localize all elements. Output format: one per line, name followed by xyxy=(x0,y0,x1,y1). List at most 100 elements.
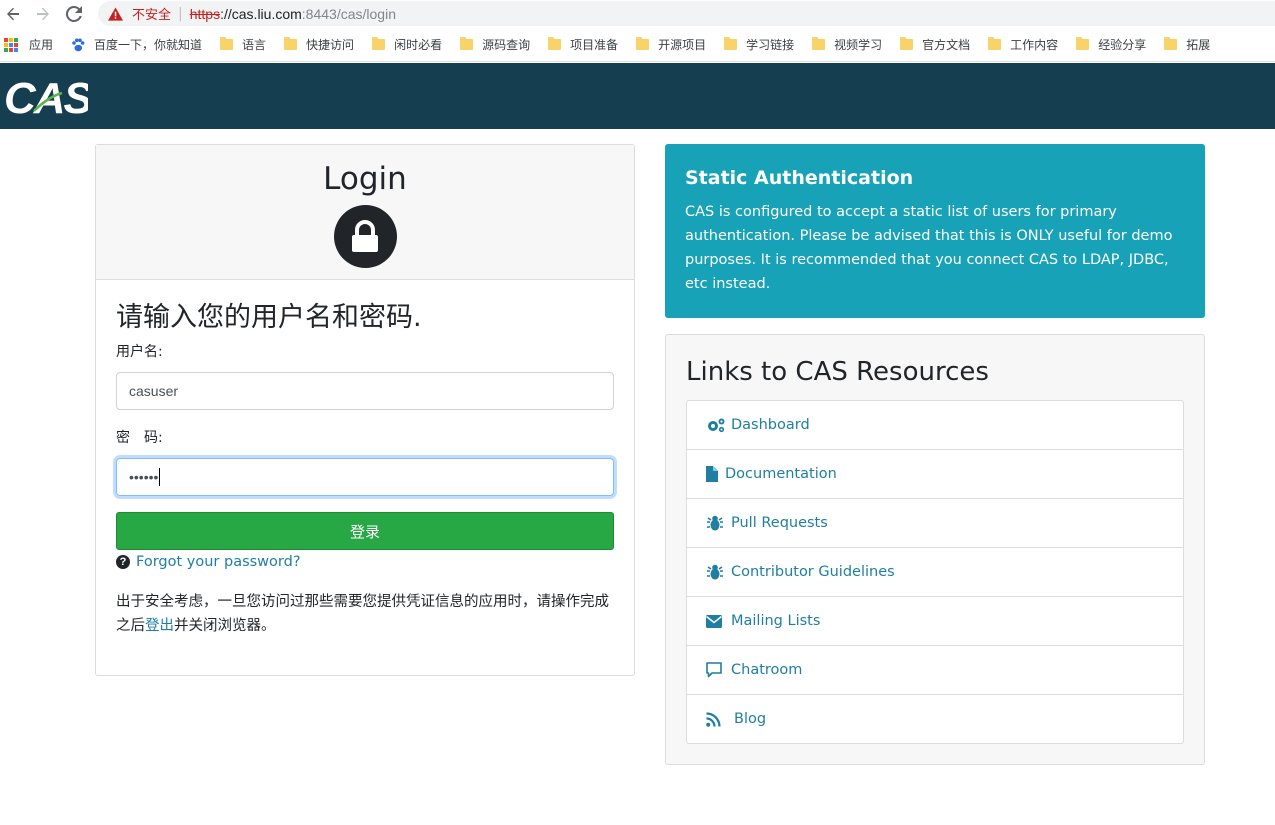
username-label: 用户名: xyxy=(116,344,163,360)
reload-icon[interactable] xyxy=(63,3,85,25)
bookmark-baidu[interactable]: 百度一下，你就知道 xyxy=(71,36,202,53)
bookmark-folder[interactable]: 视频学习 xyxy=(812,36,882,53)
static-auth-title: Static Authentication xyxy=(685,167,914,189)
bookmark-label: 视频学习 xyxy=(834,38,883,52)
resource-link-documentation[interactable]: Documentation xyxy=(687,450,1183,499)
comment-icon xyxy=(706,662,726,678)
insecure-label: 不安全 xyxy=(132,8,172,23)
resource-link-chatroom[interactable]: Chatroom xyxy=(687,646,1183,695)
resource-label: Chatroom xyxy=(731,662,803,678)
resource-label: Blog xyxy=(734,711,767,727)
resources-title: Links to CAS Resources xyxy=(686,357,989,387)
password-value: •••••• xyxy=(129,469,159,485)
back-icon[interactable] xyxy=(2,3,24,25)
svg-text:CAS: CAS xyxy=(4,74,88,119)
resource-link-dashboard[interactable]: Dashboard xyxy=(687,401,1183,450)
resources-card: Links to CAS Resources Dashboard Documen… xyxy=(665,334,1205,765)
resource-link-pull-requests[interactable]: Pull Requests xyxy=(687,499,1183,548)
cas-header: CAS xyxy=(0,63,1275,129)
folder-icon xyxy=(220,37,234,50)
baidu-paw-icon xyxy=(72,38,85,51)
password-input[interactable]: •••••• xyxy=(116,458,614,496)
static-auth-alert: Static Authentication CAS is configured … xyxy=(665,144,1205,318)
static-auth-text: CAS is configured to accept a static lis… xyxy=(685,204,1173,292)
bookmark-label: 项目准备 xyxy=(570,38,619,52)
password-label: 密 码: xyxy=(116,430,163,446)
url-path: :8443/cas/login xyxy=(301,5,396,22)
notice-text-end: 并关闭浏览器。 xyxy=(174,618,276,634)
resource-label: Dashboard xyxy=(731,417,810,433)
logout-link[interactable]: 登出 xyxy=(145,618,174,634)
security-notice: 出于安全考虑，一旦您访问过那些需要您提供凭证信息的应用时，请操作完成之后登出并关… xyxy=(116,590,614,638)
file-icon xyxy=(706,466,720,482)
folder-icon xyxy=(548,37,562,50)
username-value: casuser xyxy=(129,383,179,399)
resource-label: Documentation xyxy=(725,466,837,482)
bookmark-label: 经验分享 xyxy=(1098,38,1147,52)
url-host: ://cas.liu.com xyxy=(220,5,302,22)
login-form: 请输入您的用户名和密码. 用户名: casuser 密 码: •••••• 登录… xyxy=(96,280,634,638)
folder-icon xyxy=(812,37,826,50)
text-caret xyxy=(159,468,161,486)
warning-icon xyxy=(108,6,123,21)
url-omnibox[interactable]: 不安全 | https://cas.liu.com:8443/cas/login xyxy=(98,1,1275,26)
bookmark-label: 工作内容 xyxy=(1010,38,1059,52)
resource-link-contributor-guidelines[interactable]: Contributor Guidelines xyxy=(687,548,1183,597)
url-scheme: https xyxy=(189,5,221,22)
folder-icon xyxy=(724,37,738,50)
bookmark-label: 应用 xyxy=(29,38,54,52)
forgot-password-row: ? Forgot your password? xyxy=(116,554,614,570)
folder-icon xyxy=(1164,37,1178,50)
login-title: Login xyxy=(323,161,407,197)
resources-list: Dashboard Documentation Pull Requests Co… xyxy=(686,400,1184,744)
bookmark-folder[interactable]: 经验分享 xyxy=(1076,36,1146,53)
username-input[interactable]: casuser xyxy=(116,372,614,410)
apps-grid-icon xyxy=(4,37,18,52)
folder-icon xyxy=(284,37,298,50)
url-separator: | xyxy=(178,5,183,22)
bug-icon xyxy=(706,564,726,580)
bookmark-label: 闲时必看 xyxy=(394,38,443,52)
bookmark-folder[interactable]: 开源项目 xyxy=(636,36,706,53)
bookmark-label: 拓展 xyxy=(1186,38,1211,52)
bookmark-folder[interactable]: 拓展 xyxy=(1164,36,1210,53)
folder-icon xyxy=(460,37,474,50)
login-submit-button[interactable]: 登录 xyxy=(116,512,614,550)
browser-address-bar: 不安全 | https://cas.liu.com:8443/cas/login xyxy=(0,0,1275,28)
resource-label: Contributor Guidelines xyxy=(731,564,895,580)
bookmark-label: 源码查询 xyxy=(482,38,531,52)
bookmark-label: 官方文档 xyxy=(922,38,971,52)
forward-icon[interactable] xyxy=(32,3,54,25)
folder-icon xyxy=(900,37,914,50)
cas-logo[interactable]: CAS xyxy=(4,71,88,119)
bookmark-folder[interactable]: 快捷访问 xyxy=(284,36,354,53)
bookmark-folder[interactable]: 闲时必看 xyxy=(372,36,442,53)
bug-icon xyxy=(706,515,726,531)
bookmark-folder[interactable]: 源码查询 xyxy=(460,36,530,53)
question-circle-icon: ? xyxy=(116,555,130,569)
forgot-password-link[interactable]: Forgot your password? xyxy=(136,554,301,570)
folder-icon xyxy=(1076,37,1090,50)
bookmark-label: 开源项目 xyxy=(658,38,707,52)
login-prompt: 请输入您的用户名和密码. xyxy=(116,302,422,333)
folder-icon xyxy=(988,37,1002,50)
resource-label: Pull Requests xyxy=(731,515,828,531)
bookmark-folder[interactable]: 工作内容 xyxy=(988,36,1058,53)
resource-link-blog[interactable]: Blog xyxy=(687,695,1183,743)
lock-icon xyxy=(333,205,397,268)
rss-icon xyxy=(706,711,726,727)
folder-icon xyxy=(372,37,386,50)
bookmark-folder[interactable]: 学习链接 xyxy=(724,36,794,53)
bookmark-label: 快捷访问 xyxy=(306,38,355,52)
bookmarks-bar: 应用 百度一下，你就知道 语言 快捷访问 闲时必看 源码查询 项目准备 开源项目… xyxy=(0,28,1275,62)
login-card: Login 请输入您的用户名和密码. 用户名: casuser 密 码: •••… xyxy=(95,144,635,676)
bookmark-label: 语言 xyxy=(242,38,267,52)
bookmark-apps[interactable]: 应用 xyxy=(4,36,53,53)
bookmark-folder[interactable]: 官方文档 xyxy=(900,36,970,53)
bookmark-folder[interactable]: 语言 xyxy=(220,36,266,53)
resource-link-mailing-lists[interactable]: Mailing Lists xyxy=(687,597,1183,646)
resource-label: Mailing Lists xyxy=(731,613,821,629)
cogs-icon xyxy=(706,417,726,433)
bookmark-folder[interactable]: 项目准备 xyxy=(548,36,618,53)
bookmark-label: 百度一下，你就知道 xyxy=(94,38,203,52)
